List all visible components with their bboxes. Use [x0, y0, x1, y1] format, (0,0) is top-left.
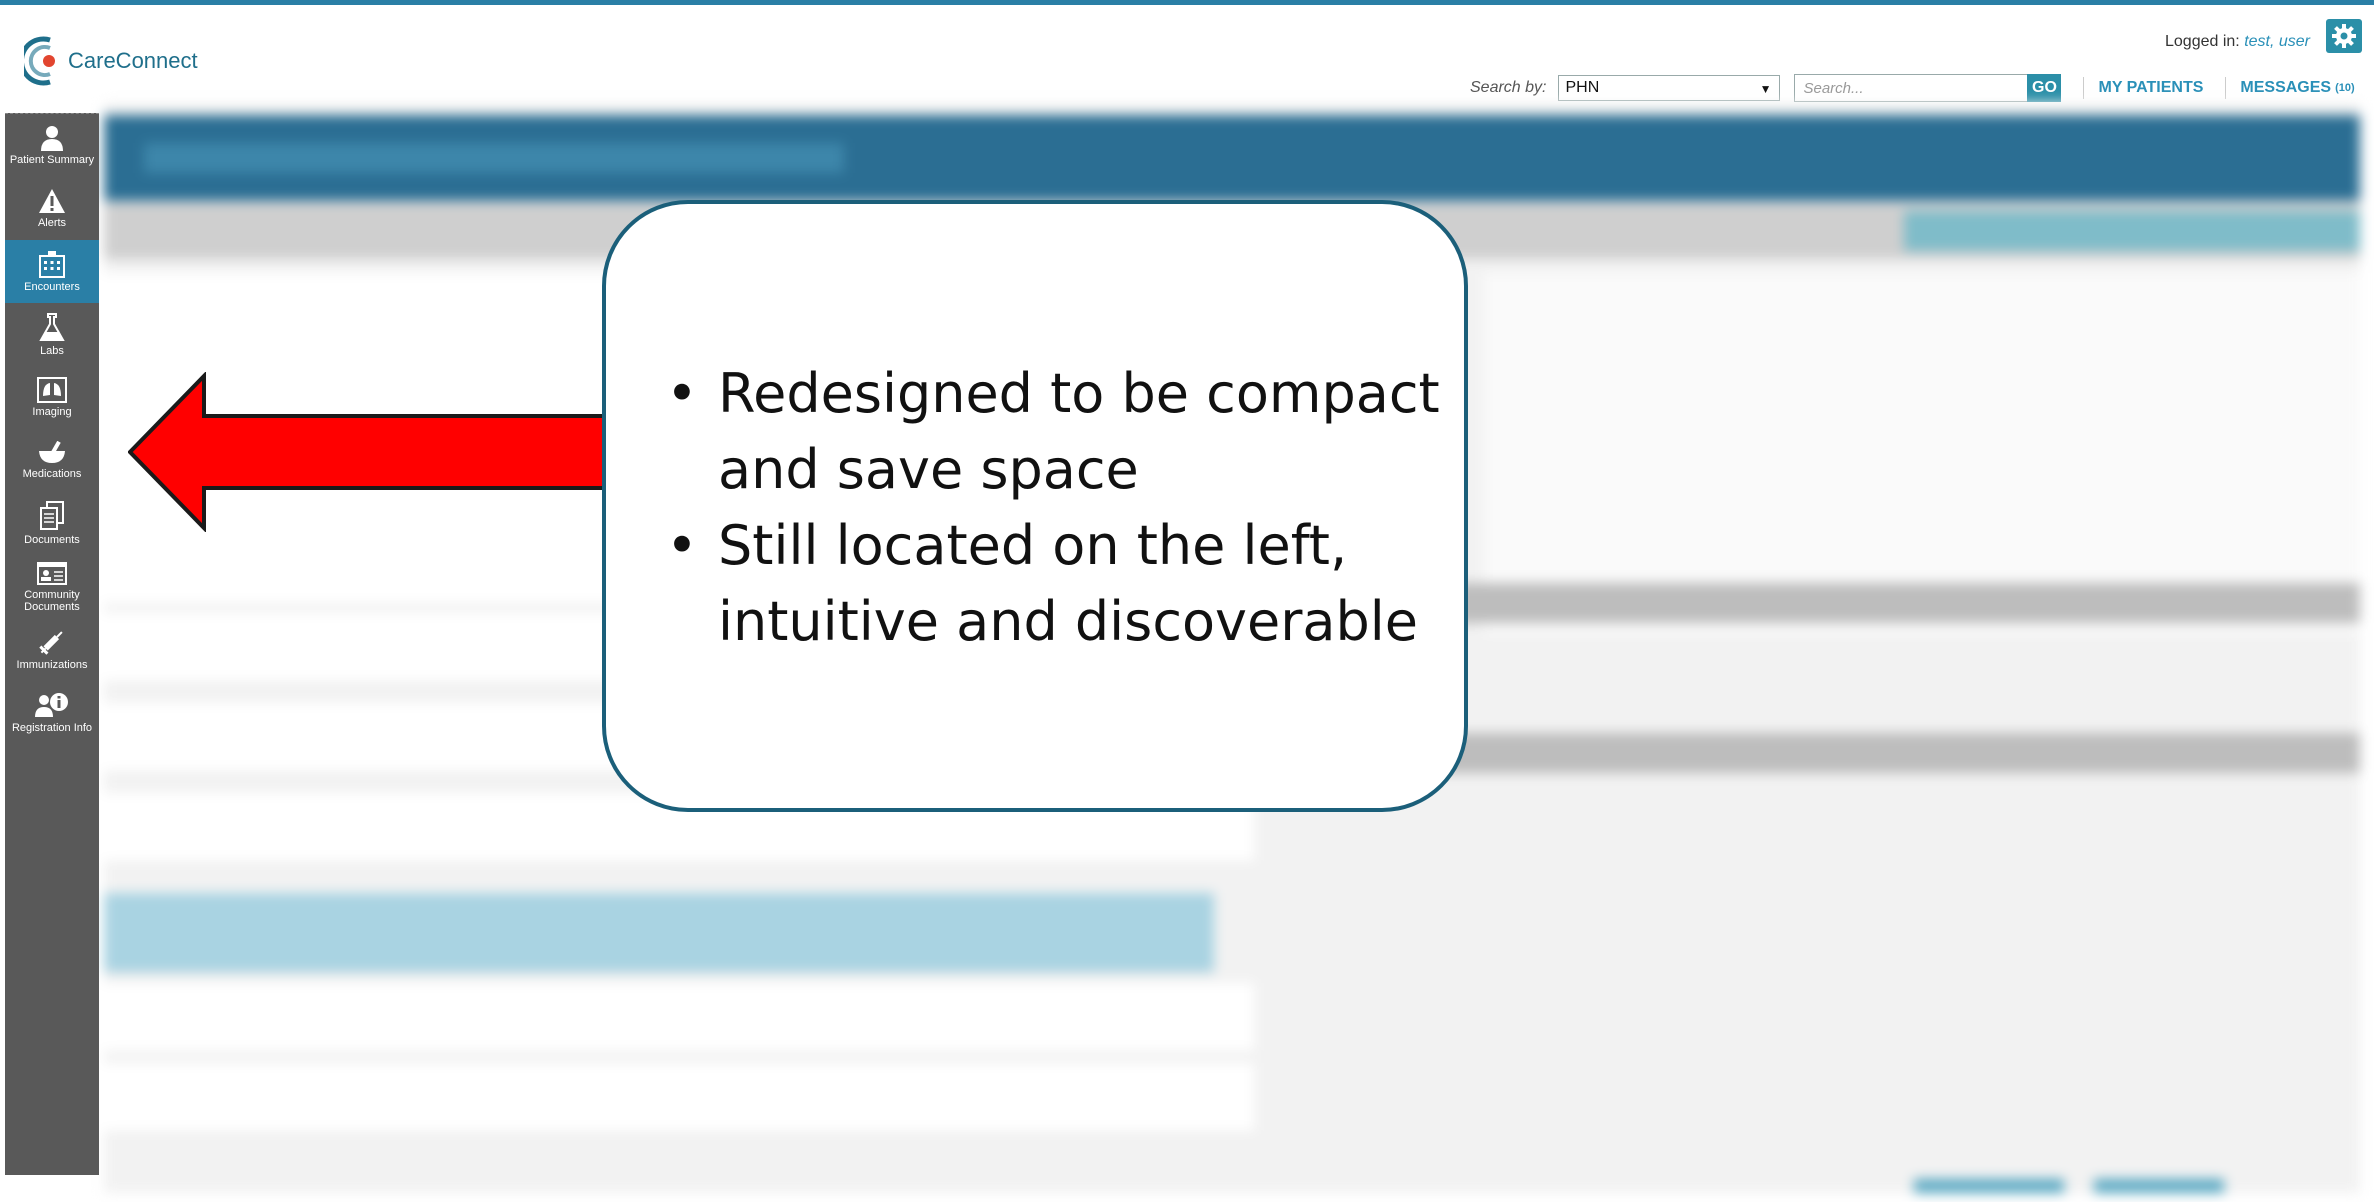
sidebar-item-label: Registration Info [11, 722, 93, 734]
sidebar-item-label: Patient Summary [9, 154, 95, 166]
sidebar-item-label: Immunizations [16, 659, 88, 671]
blurred-footer-button [2094, 1179, 2224, 1193]
search-by-select[interactable]: PHN ▼ [1558, 75, 1781, 101]
person-icon [41, 126, 63, 151]
sidebar-item-label: Labs [40, 345, 64, 357]
blurred-footer-button [1914, 1179, 2064, 1193]
messages-count: (10) [2335, 82, 2355, 94]
id-card-icon [37, 562, 67, 585]
my-patients-link[interactable]: MY PATIENTS [2083, 77, 2203, 99]
blurred-toolbar-button [1904, 211, 2360, 251]
logged-in-user[interactable]: test, user [2244, 33, 2310, 50]
my-patients-label: MY PATIENTS [2098, 79, 2204, 96]
callout-bullet: Redesigned to be compact and save space [666, 356, 1456, 508]
flask-icon [39, 313, 65, 341]
patient-search-bar: Search by: PHN ▼ Search... GO MY PATIENT… [1470, 73, 2370, 103]
sidebar-item-documents[interactable]: Documents [5, 492, 99, 555]
blurred-row [104, 983, 1254, 1053]
sidebar-item-label: Encounters [24, 281, 80, 293]
callout-bullet: Still located on the left, intuitive and… [666, 508, 1456, 660]
search-input[interactable]: Search... [1794, 74, 2029, 102]
sidebar-item-alerts[interactable]: Alerts [5, 177, 99, 240]
messages-label: MESSAGES [2240, 79, 2332, 96]
sidebar-item-patient-summary[interactable]: Patient Summary [5, 114, 99, 177]
app-name: CareConnect [68, 48, 198, 73]
blurred-detail-panel [1484, 273, 2360, 633]
sidebar-item-label: Documents [24, 534, 80, 546]
blurred-row-selected [104, 893, 1214, 973]
red-arrow-annotation [128, 372, 606, 532]
registration-icon [35, 693, 68, 717]
sidebar-item-medications[interactable]: Medications [5, 429, 99, 492]
syringe-icon [39, 631, 63, 655]
documents-icon [40, 501, 64, 530]
sidebar-item-label: Medications [22, 468, 82, 480]
search-by-value: PHN [1565, 79, 1600, 96]
gear-icon [2332, 24, 2356, 48]
sidebar-item-encounters[interactable]: Encounters [5, 240, 99, 303]
blurred-row [104, 1063, 1254, 1133]
careconnect-logo-icon [18, 36, 64, 86]
alert-icon [39, 189, 65, 213]
sidebar-item-community-documents[interactable]: Community Documents [5, 555, 99, 618]
sidebar-item-immunizations[interactable]: Immunizations [5, 618, 99, 681]
sidebar-item-labs[interactable]: Labs [5, 303, 99, 366]
chevron-down-icon: ▼ [1759, 82, 1772, 96]
logged-in-label: Logged in: [2165, 33, 2240, 50]
messages-link[interactable]: MESSAGES (10) [2225, 77, 2355, 99]
go-button[interactable]: GO [2027, 74, 2062, 102]
sidebar-item-imaging[interactable]: Imaging [5, 366, 99, 429]
hospital-icon [39, 251, 65, 278]
sidebar-item-label: Imaging [32, 406, 72, 418]
callout-bullet-list: Redesigned to be compact and save space … [666, 356, 1456, 660]
careconnect-logo[interactable]: CareConnect [18, 33, 198, 89]
sidebar-nav: Patient Summary Alerts Encounters Labs I… [5, 113, 99, 1175]
sidebar-item-registration-info[interactable]: Registration Info [5, 681, 99, 744]
blurred-banner-text [144, 143, 844, 173]
logged-in-info: Logged in: test, user [2165, 33, 2310, 51]
sidebar-item-label: Community Documents [24, 589, 80, 613]
settings-button[interactable] [2326, 19, 2362, 53]
app-header: CareConnect Logged in: test, user Search… [0, 5, 2374, 103]
mortar-icon [39, 441, 65, 463]
sidebar-item-label: Alerts [37, 217, 67, 229]
lungs-icon [37, 377, 67, 403]
search-by-label: Search by: [1470, 79, 1547, 96]
annotation-callout: Redesigned to be compact and save space … [602, 200, 1468, 812]
search-placeholder: Search... [1803, 79, 1864, 97]
